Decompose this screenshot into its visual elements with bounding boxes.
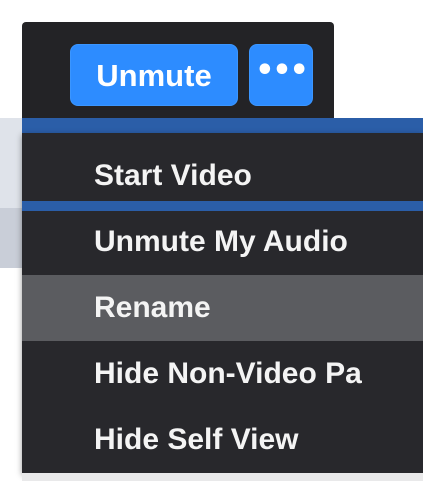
- menu-item-hide-self-view[interactable]: Hide Self View: [22, 407, 423, 473]
- ellipsis-icon: •••: [255, 53, 309, 88]
- menu-item-hide-non-video-participants[interactable]: Hide Non-Video Pa: [22, 341, 423, 407]
- more-options-menu: Start Video Unmute My Audio Rename Hide …: [22, 133, 423, 473]
- background-panel-edge: [0, 0, 22, 481]
- zoom-participant-context: Unmute ••• Start Video Unmute My Audio R…: [0, 0, 423, 481]
- more-options-button[interactable]: •••: [249, 44, 313, 106]
- selection-band-top: [22, 118, 423, 133]
- unmute-button[interactable]: Unmute: [70, 44, 238, 106]
- menu-item-unmute-my-audio[interactable]: Unmute My Audio: [22, 209, 423, 275]
- menu-item-start-video[interactable]: Start Video: [22, 143, 423, 209]
- menu-bottom-edge: [22, 473, 423, 481]
- menu-item-rename[interactable]: Rename: [22, 275, 423, 341]
